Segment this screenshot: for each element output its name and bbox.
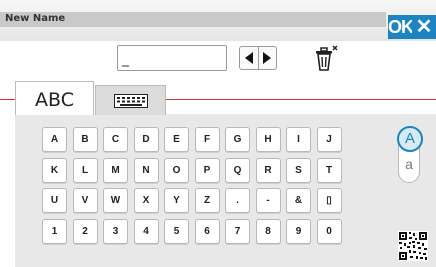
key-button[interactable]: I [286, 127, 311, 152]
tab-abc[interactable]: ABC [15, 81, 94, 115]
key-button[interactable]: M [103, 157, 128, 183]
barcode-button[interactable] [398, 231, 428, 261]
key-button[interactable]: . [225, 188, 250, 213]
key-button[interactable]: B [72, 127, 98, 152]
case-toggle[interactable]: A a [397, 126, 423, 183]
delete-button[interactable] [313, 44, 339, 72]
key-button[interactable]: 6 [194, 218, 220, 244]
key-button[interactable]: 0 [316, 218, 342, 244]
key-button[interactable]: G [225, 127, 250, 152]
key-button[interactable]: - [255, 188, 281, 213]
cursor-right-button[interactable] [258, 47, 276, 69]
key-button[interactable]: T [316, 157, 342, 183]
tab-divider-line [166, 99, 436, 100]
key-button[interactable]: U [42, 188, 67, 213]
key-button[interactable]: 7 [225, 218, 250, 244]
key-button[interactable]: K [42, 157, 67, 183]
key-button[interactable]: 3 [103, 218, 128, 244]
key-button[interactable]: F [194, 127, 220, 152]
key-button[interactable]: S [286, 157, 311, 183]
qr-code-icon [398, 231, 428, 261]
key-button[interactable]: Y [164, 188, 189, 213]
lowercase-option[interactable]: a [399, 154, 419, 174]
key-button[interactable]: D [133, 127, 159, 152]
key-button[interactable]: 2 [72, 218, 98, 244]
key-button[interactable]: 1 [42, 218, 67, 244]
key-button[interactable]: & [286, 188, 311, 213]
keyboard-icon [113, 93, 148, 108]
key-button[interactable]: 4 [133, 218, 159, 244]
key-button[interactable]: H [255, 127, 281, 152]
key-button[interactable]: ▯ [316, 188, 342, 213]
triangle-left-icon [245, 52, 253, 64]
key-button[interactable]: J [316, 127, 342, 152]
key-button[interactable]: R [255, 157, 281, 183]
key-button[interactable]: C [103, 127, 128, 152]
key-button[interactable]: A [42, 127, 67, 152]
key-button[interactable]: 5 [164, 218, 189, 244]
key-button[interactable]: E [164, 127, 189, 152]
key-button[interactable]: X [133, 188, 159, 213]
key-button[interactable]: Z [194, 188, 220, 213]
tab-divider-line [0, 99, 16, 100]
triangle-right-icon [263, 52, 271, 64]
key-button[interactable]: N [133, 157, 159, 183]
key-button[interactable]: W [103, 188, 128, 213]
close-button[interactable]: ✕ [412, 15, 436, 39]
key-button[interactable]: 8 [255, 218, 281, 244]
title-bar: New Name [0, 0, 436, 41]
cursor-left-button[interactable] [240, 47, 259, 69]
tab-keyboard[interactable] [95, 85, 166, 115]
key-button[interactable]: O [164, 157, 189, 183]
key-button[interactable]: L [72, 157, 98, 183]
ok-button[interactable]: OK [388, 15, 414, 39]
key-button[interactable]: P [194, 157, 220, 183]
dialog-title: New Name [5, 13, 66, 24]
cursor-move-buttons [239, 46, 277, 70]
uppercase-option[interactable]: A [397, 126, 423, 152]
key-button[interactable]: 9 [286, 218, 311, 244]
trash-icon [316, 45, 338, 71]
key-button[interactable]: Q [225, 157, 250, 183]
name-input[interactable]: _ [117, 45, 227, 71]
key-button[interactable]: V [72, 188, 98, 213]
